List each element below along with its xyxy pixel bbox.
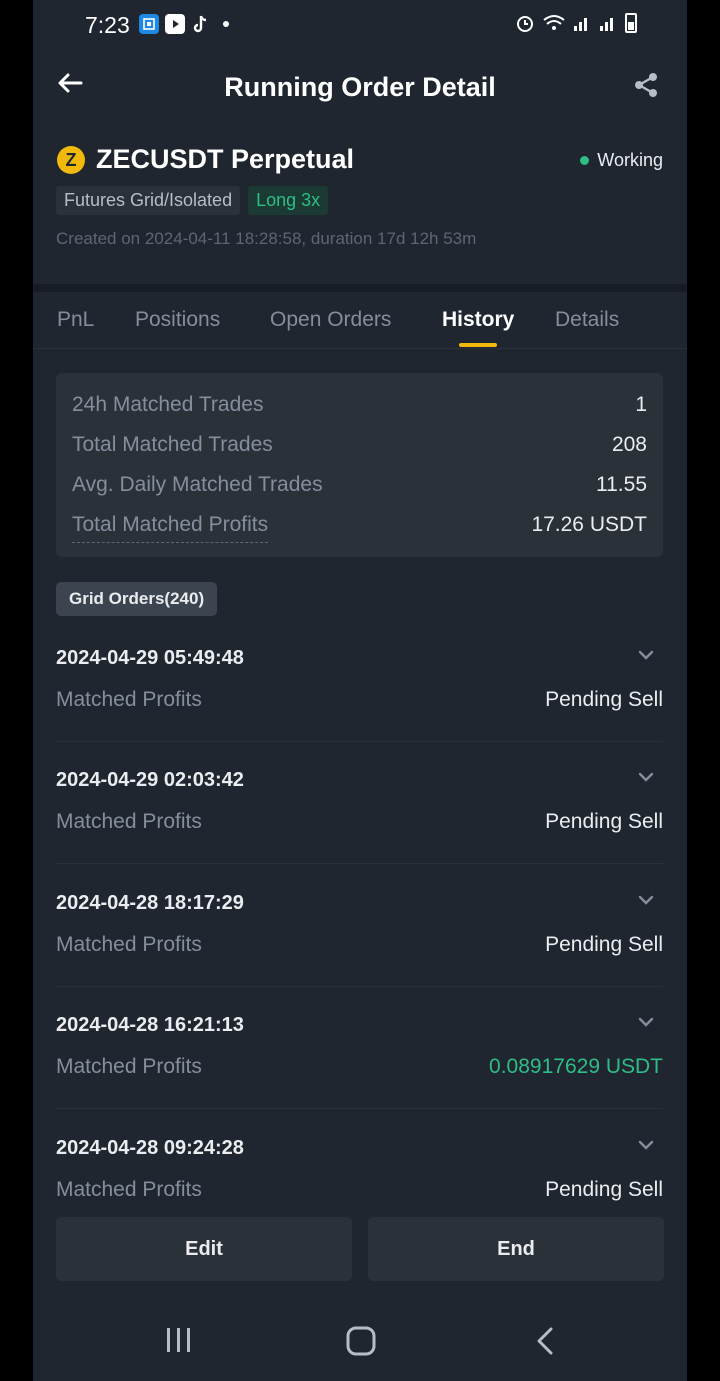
order-value: Pending Sell — [545, 1178, 663, 1201]
signal-icon-1 — [574, 18, 587, 31]
order-label: Matched Profits — [56, 688, 202, 711]
chevron-down-icon[interactable] — [637, 1136, 655, 1154]
history-summary-card: 24h Matched Trades 1 Total Matched Trade… — [56, 373, 663, 557]
pair-name: ZECUSDT Perpetual — [96, 144, 355, 174]
wifi-icon — [543, 15, 565, 30]
order-value: Pending Sell — [545, 688, 663, 711]
tab-history[interactable]: History — [442, 308, 514, 332]
order-label: Matched Profits — [56, 1055, 202, 1078]
order-value: Pending Sell — [545, 810, 663, 833]
system-icons — [515, 13, 637, 33]
system-nav-bar — [33, 1300, 687, 1381]
tab-open-orders[interactable]: Open Orders — [270, 308, 391, 332]
list-item[interactable]: 2024-04-28 16:21:13 Matched Profits 0.08… — [56, 987, 663, 1109]
status-indicator: Working — [580, 150, 663, 171]
chevron-down-icon[interactable] — [637, 646, 655, 664]
list-item[interactable]: 2024-04-29 02:03:42 Matched Profits Pend… — [56, 742, 663, 864]
summary-label: Total Matched Trades — [72, 433, 273, 456]
order-info: Z ZECUSDT Perpetual Working Futures Grid… — [33, 124, 687, 284]
tab-details[interactable]: Details — [555, 308, 619, 332]
notification-icons — [139, 14, 229, 34]
tiktok-icon — [191, 14, 211, 34]
tab-bar: PnL Positions Open Orders History Detail… — [33, 292, 687, 349]
edit-button[interactable]: Edit — [56, 1217, 352, 1281]
summary-row: 24h Matched Trades 1 — [72, 393, 647, 423]
order-label: Matched Profits — [56, 810, 202, 833]
more-notifications-dot — [223, 21, 229, 27]
page-title: Running Order Detail — [224, 72, 496, 102]
chevron-down-icon[interactable] — [637, 891, 655, 909]
end-button[interactable]: End — [368, 1217, 664, 1281]
leverage-tag: Long 3x — [248, 186, 329, 215]
summary-label: Avg. Daily Matched Trades — [72, 473, 323, 496]
order-time: 2024-04-28 09:24:28 — [56, 1137, 244, 1159]
chevron-down-icon[interactable] — [637, 768, 655, 786]
app-notification-icon — [139, 14, 159, 34]
summary-row: Total Matched Trades 208 — [72, 433, 647, 463]
summary-label: 24h Matched Trades — [72, 393, 264, 416]
active-tab-indicator — [459, 343, 497, 347]
home-icon[interactable] — [346, 1326, 376, 1356]
list-item[interactable]: 2024-04-29 05:49:48 Matched Profits Pend… — [56, 620, 663, 742]
order-value: Pending Sell — [545, 933, 663, 956]
total-profits-label[interactable]: Total Matched Profits — [72, 513, 269, 543]
status-time: 7:23 — [85, 12, 130, 38]
tag-list: Futures Grid/Isolated Long 3x — [56, 186, 329, 215]
summary-value: 208 — [611, 433, 647, 456]
share-icon[interactable] — [633, 72, 659, 98]
order-time: 2024-04-29 02:03:42 — [56, 769, 244, 791]
alarm-icon — [517, 16, 533, 32]
mode-tag: Futures Grid/Isolated — [56, 186, 241, 215]
order-label: Matched Profits — [56, 1178, 202, 1201]
page-header: Running Order Detail — [33, 52, 687, 124]
summary-value: 1 — [635, 393, 647, 416]
chevron-down-icon[interactable] — [637, 1013, 655, 1031]
back-icon[interactable] — [533, 1326, 557, 1356]
list-item[interactable]: 2024-04-28 18:17:29 Matched Profits Pend… — [56, 865, 663, 987]
youtube-icon — [165, 14, 185, 34]
order-time: 2024-04-28 16:21:13 — [56, 1014, 244, 1036]
status-bar: 7:23 — [33, 0, 687, 52]
order-label: Matched Profits — [56, 933, 202, 956]
coin-icon: Z — [57, 146, 85, 174]
recents-icon[interactable] — [165, 1326, 193, 1354]
list-item[interactable]: 2024-04-28 09:24:28 Matched Profits Pend… — [56, 1110, 663, 1210]
grid-orders-filter[interactable]: Grid Orders(240) — [56, 582, 218, 616]
summary-row: Total Matched Profits 17.26 USDT — [72, 513, 647, 543]
summary-row: Avg. Daily Matched Trades 11.55 — [72, 473, 647, 503]
created-info: Created on 2024-04-11 18:28:58, duration… — [56, 229, 477, 248]
order-history-list: 2024-04-29 05:49:48 Matched Profits Pend… — [56, 620, 663, 1210]
app-frame: 7:23 Running Order Detail Z ZECUSDT Perp… — [33, 0, 687, 1381]
order-value: 0.08917629 USDT — [489, 1055, 663, 1078]
summary-value: 11.55 — [596, 473, 647, 496]
section-divider — [33, 284, 687, 292]
battery-icon — [625, 13, 637, 33]
tab-positions[interactable]: Positions — [135, 308, 220, 332]
order-time: 2024-04-28 18:17:29 — [56, 892, 244, 914]
order-time: 2024-04-29 05:49:48 — [56, 647, 244, 669]
summary-value: 17.26 USDT — [531, 513, 647, 536]
status-label: Working — [597, 150, 663, 170]
signal-icon-2 — [600, 18, 613, 31]
status-dot — [580, 156, 590, 165]
tab-pnl[interactable]: PnL — [57, 308, 94, 332]
